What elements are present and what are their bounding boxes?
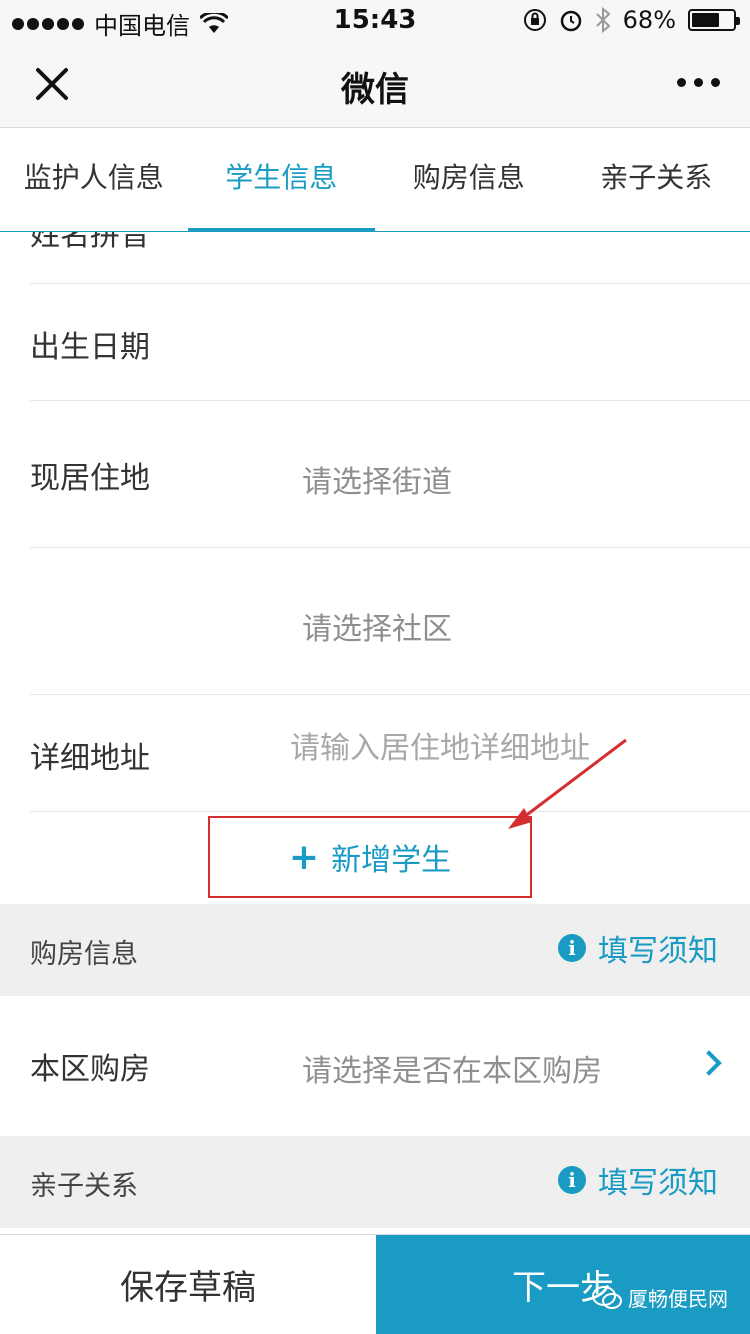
watermark: 厦畅便民网 <box>592 1283 728 1312</box>
alarm-icon <box>560 10 581 32</box>
community-select[interactable]: 请选择社区 <box>302 604 452 648</box>
wechat-logo-icon <box>592 1285 622 1309</box>
page-title: 微信 <box>341 70 409 110</box>
housing-notice-link[interactable]: i 填写须知 <box>558 926 718 970</box>
info-icon: i <box>558 934 586 962</box>
tab-bar: 监护人信息 学生信息 购房信息 亲子关系 <box>0 128 750 232</box>
housing-section-header: 购房信息 i 填写须知 <box>0 904 750 996</box>
address-label: 详细地址 <box>30 741 150 776</box>
birth-date-label: 出生日期 <box>30 330 150 365</box>
pinyin-label: 姓名拼音 <box>30 232 150 253</box>
chevron-right-icon <box>696 1050 722 1076</box>
nav-bar: 微信 <box>0 40 750 128</box>
tab-student-info[interactable]: 学生信息 <box>187 128 376 232</box>
street-select[interactable]: 请选择街道 <box>302 457 452 501</box>
birth-date-row[interactable]: 出生日期 <box>30 284 750 401</box>
parent-child-notice-label: 填写须知 <box>598 1166 718 1201</box>
tab-parent-child[interactable]: 亲子关系 <box>563 128 750 231</box>
residence-community-row[interactable]: 请选择社区 <box>30 548 750 695</box>
local-housing-label: 本区购房 <box>30 1052 150 1087</box>
housing-section-title: 购房信息 <box>30 939 138 970</box>
local-housing-select[interactable]: 请选择是否在本区购房 <box>302 1046 602 1090</box>
battery-icon <box>688 9 740 31</box>
plus-icon: + <box>288 836 320 878</box>
info-icon: i <box>558 1166 586 1194</box>
student-form: 姓名拼音 出生日期 现居住地 请选择街道 请选择社区 详细地址 + 新增学生 购… <box>0 232 750 1228</box>
add-student-button[interactable]: + 新增学生 <box>208 816 532 898</box>
bluetooth-icon <box>595 7 611 33</box>
battery-percent: 68% <box>622 6 676 34</box>
tab-housing-info[interactable]: 购房信息 <box>375 128 563 231</box>
parent-child-section-title: 亲子关系 <box>30 1171 138 1202</box>
housing-notice-label: 填写须知 <box>598 934 718 969</box>
tab-guardian-info[interactable]: 监护人信息 <box>0 128 188 231</box>
parent-child-notice-link[interactable]: i 填写须知 <box>558 1158 718 1202</box>
pinyin-row-partial: 姓名拼音 <box>30 232 750 284</box>
parent-child-section-header: 亲子关系 i 填写须知 <box>0 1136 750 1228</box>
residence-street-row[interactable]: 现居住地 请选择街道 <box>30 401 750 548</box>
status-bar: 中国电信 15:43 68% <box>0 0 750 40</box>
orientation-lock-icon <box>523 9 546 31</box>
save-draft-button[interactable]: 保存草稿 <box>0 1235 376 1334</box>
status-right: 68% <box>523 6 740 34</box>
address-input[interactable] <box>290 731 730 766</box>
add-student-label: 新增学生 <box>331 843 452 878</box>
residence-label: 现居住地 <box>30 461 150 496</box>
battery-level-fill <box>692 13 720 27</box>
more-options-icon[interactable] <box>677 78 720 87</box>
add-student-area: + 新增学生 <box>0 812 750 904</box>
watermark-text: 厦畅便民网 <box>628 1287 728 1311</box>
address-row: 详细地址 <box>30 695 750 812</box>
local-housing-row[interactable]: 本区购房 请选择是否在本区购房 <box>0 996 750 1136</box>
